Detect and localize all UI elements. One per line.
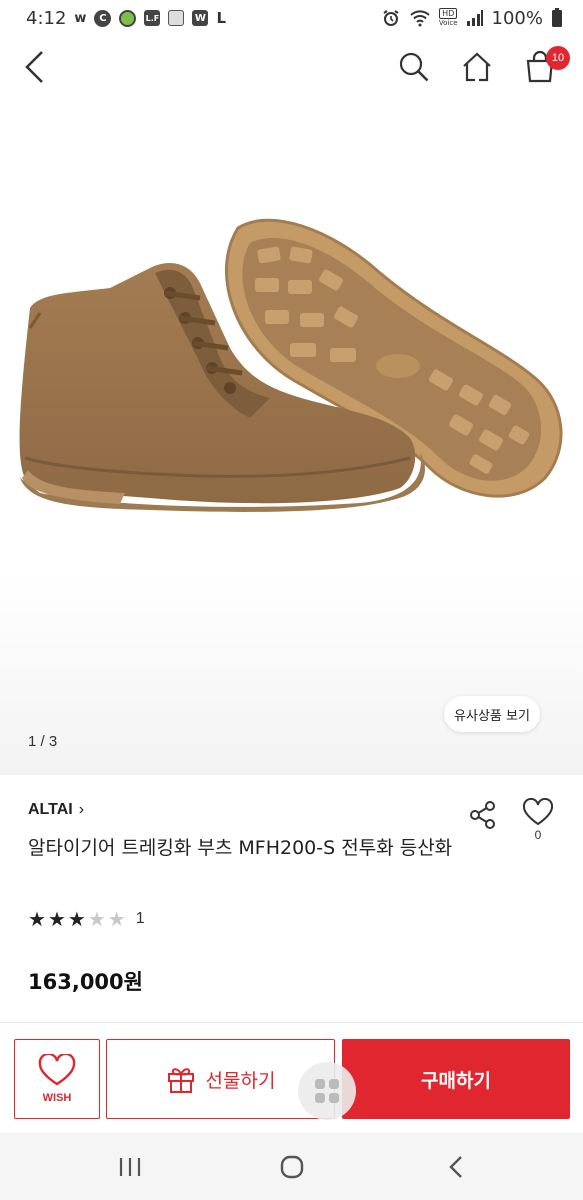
wish-label: WISH bbox=[42, 1092, 72, 1104]
brand-chevron-icon: › bbox=[78, 801, 85, 818]
battery-icon bbox=[552, 8, 562, 27]
product-image-carousel[interactable] bbox=[0, 98, 583, 775]
notification-app-icon bbox=[119, 9, 137, 27]
home-icon bbox=[463, 52, 491, 82]
top-navigation bbox=[0, 36, 583, 98]
alarm-icon bbox=[383, 10, 399, 26]
wish-toggle[interactable]: 0 bbox=[520, 798, 556, 848]
wish-count: 0 bbox=[534, 828, 542, 842]
star-icon: ★ bbox=[87, 907, 106, 931]
system-back-icon bbox=[449, 1156, 462, 1178]
grid-icon bbox=[315, 1079, 339, 1103]
voice-label: Voice bbox=[438, 19, 458, 27]
system-navigation-bar bbox=[0, 1133, 583, 1200]
battery-percent: 100% bbox=[491, 7, 543, 29]
wish-button[interactable]: WISH bbox=[14, 1039, 100, 1119]
notification-card-icon bbox=[168, 10, 185, 26]
star-icon: ★ bbox=[107, 907, 126, 931]
heart-icon bbox=[38, 1054, 76, 1086]
back-button[interactable] bbox=[14, 46, 56, 88]
status-time: 4:12 bbox=[26, 7, 67, 29]
buy-button[interactable]: 구매하기 bbox=[342, 1039, 570, 1119]
signal-icon bbox=[466, 10, 483, 26]
notification-l-icon: L bbox=[216, 9, 226, 27]
product-price: 163,000원 bbox=[28, 970, 143, 994]
brand-name: ALTAI bbox=[28, 801, 73, 818]
star-icon: ★ bbox=[28, 907, 46, 931]
notification-w-square-icon: W bbox=[192, 10, 209, 26]
back-arrow-icon bbox=[25, 51, 43, 83]
search-button[interactable] bbox=[393, 46, 435, 88]
home-button[interactable] bbox=[456, 46, 498, 88]
notification-lf-icon: L.F bbox=[144, 10, 161, 26]
brand-link[interactable]: ALTAI › bbox=[28, 801, 84, 819]
product-photo bbox=[19, 218, 563, 512]
purchase-action-bar: WISH 선물하기 구매하기 bbox=[0, 1023, 583, 1133]
status-left: 4:12 w C L.F W L bbox=[26, 8, 226, 29]
share-icon bbox=[470, 801, 495, 829]
recents-button[interactable] bbox=[110, 1149, 150, 1185]
wifi-icon bbox=[410, 10, 430, 27]
hd-label: HD bbox=[439, 8, 458, 19]
rating-row[interactable]: ★ ★ ★ ★ ★ 1 bbox=[28, 908, 145, 930]
notification-w-icon: w bbox=[74, 10, 87, 26]
buy-label: 구매하기 bbox=[421, 1069, 491, 1092]
image-counter: 1 / 3 bbox=[28, 733, 58, 750]
recents-icon bbox=[119, 1158, 141, 1176]
star-icon: ★ bbox=[67, 907, 86, 931]
status-right: HD Voice 100% bbox=[381, 8, 563, 29]
gift-icon bbox=[167, 1068, 194, 1093]
system-home-button[interactable] bbox=[272, 1149, 312, 1185]
search-icon bbox=[399, 52, 429, 82]
status-bar: 4:12 w C L.F W L HD Voice 100% bbox=[0, 0, 583, 36]
product-title: 알타이기어 트레킹화 부츠 MFH200-S 전투화 등산화 bbox=[28, 837, 453, 859]
system-back-button[interactable] bbox=[436, 1149, 476, 1185]
heart-outline-icon bbox=[522, 798, 554, 826]
review-count: 1 bbox=[135, 910, 145, 927]
star-icon: ★ bbox=[47, 907, 66, 931]
notification-c-icon: C bbox=[94, 9, 112, 27]
floating-menu-button[interactable] bbox=[298, 1062, 356, 1120]
cart-count-badge: 10 bbox=[546, 46, 570, 70]
gift-label: 선물하기 bbox=[205, 1069, 276, 1092]
home-circle-icon bbox=[280, 1155, 304, 1179]
share-button[interactable] bbox=[466, 798, 500, 832]
hd-voice-icon: HD Voice bbox=[439, 8, 458, 28]
similar-products-button[interactable]: 유사상품 보기 bbox=[444, 696, 540, 732]
